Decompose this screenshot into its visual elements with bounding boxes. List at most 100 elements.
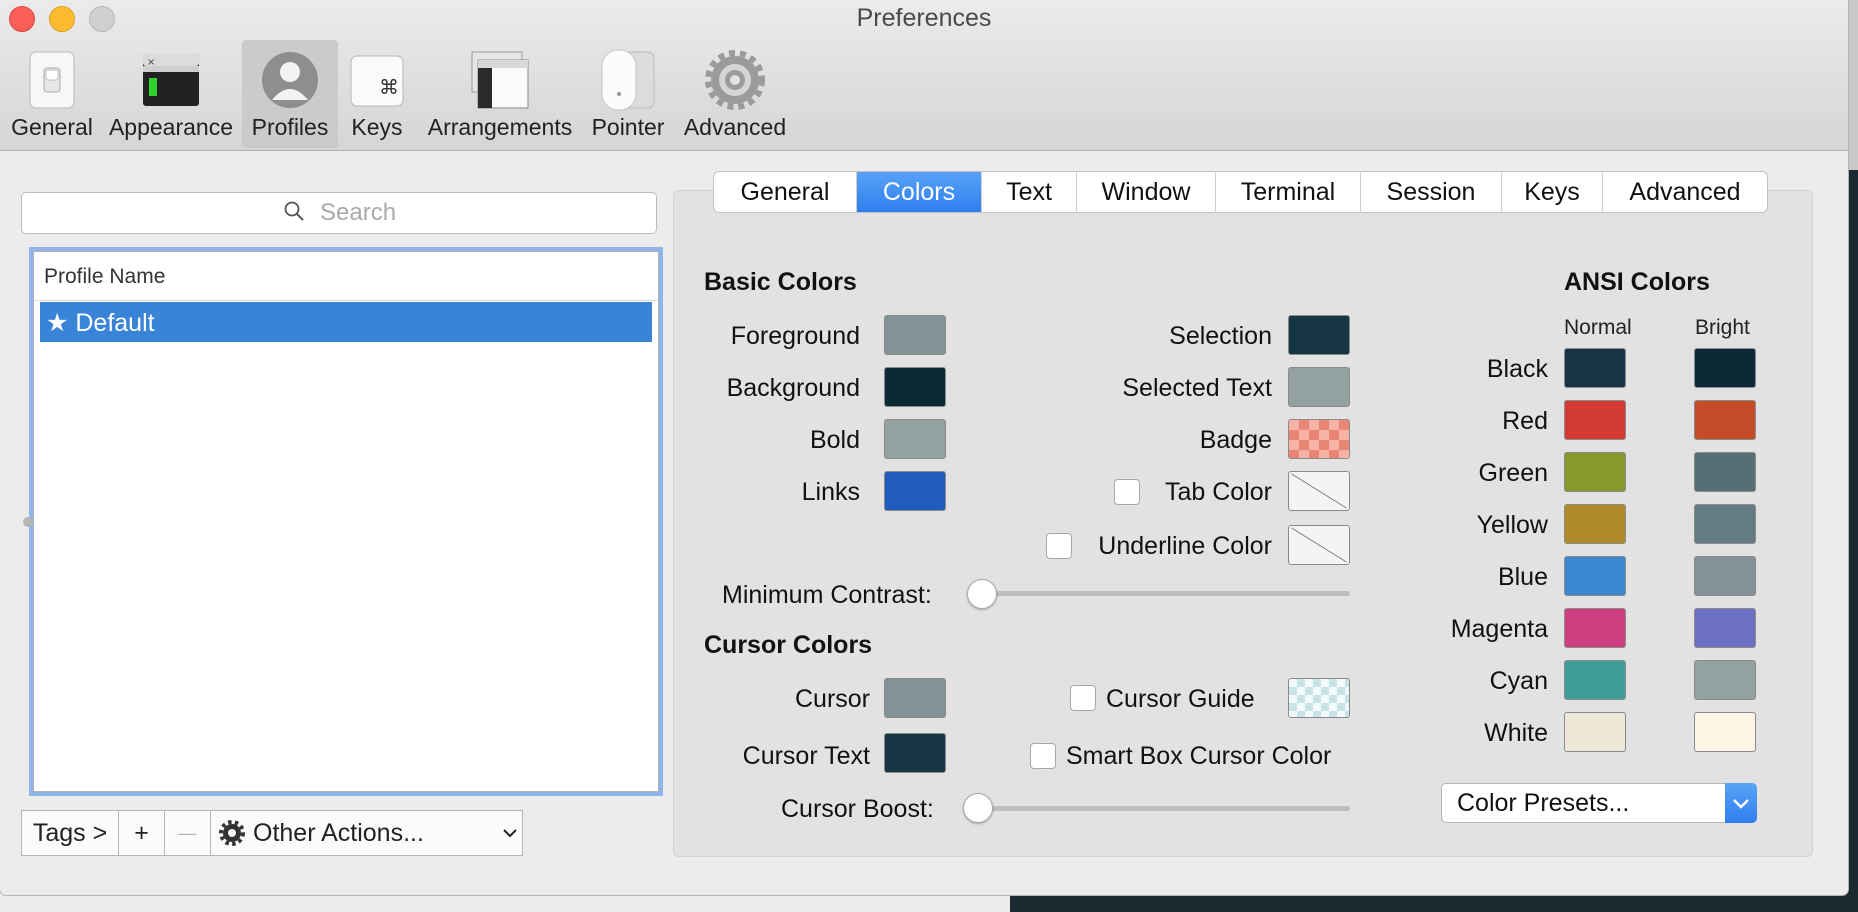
preferences-window: Preferences General × Appearance Profile… (0, 0, 1848, 895)
other-actions-label: Other Actions... (253, 818, 424, 847)
cursor-boost-slider-track[interactable] (975, 806, 1350, 811)
search-icon (284, 201, 304, 221)
appearance-terminal-icon: × (143, 54, 199, 106)
cursor-colors-heading: Cursor Colors (704, 631, 873, 659)
toolbar-profiles-label: Profiles (251, 114, 329, 140)
ansi-green-normal-well[interactable] (1564, 452, 1626, 492)
dropdown-arrow (1725, 783, 1757, 823)
selection-color-well[interactable] (1288, 315, 1350, 355)
toolbar-arrangements-label: Arrangements (427, 114, 573, 140)
profile-search-input[interactable]: Search (21, 192, 657, 234)
ansi-blue-label: Blue (1497, 563, 1548, 591)
underline-color-checkbox[interactable] (1046, 533, 1072, 559)
tab-keys[interactable]: Keys (1501, 172, 1602, 212)
remove-icon: — (178, 822, 197, 843)
tab-color-well[interactable] (1288, 471, 1350, 511)
ansi-green-bright-well[interactable] (1694, 452, 1756, 492)
cursor-text-color-well[interactable] (884, 733, 946, 773)
links-label: Links (801, 478, 860, 506)
toolbar-keys[interactable]: ⌘ Keys (344, 40, 410, 148)
ansi-yellow-bright-well[interactable] (1694, 504, 1756, 544)
profile-row-default[interactable]: ★ Default (40, 302, 652, 342)
underline-color-label: Underline Color (1098, 532, 1272, 560)
toolbar-profiles[interactable]: Profiles (242, 40, 338, 148)
ansi-blue-bright-well[interactable] (1694, 556, 1756, 596)
ansi-white-bright-well[interactable] (1694, 712, 1756, 752)
profile-actions-bar: Tags > + — Other Actions... (21, 810, 523, 856)
ansi-white-label: White (1484, 719, 1548, 747)
selection-label: Selection (1169, 322, 1272, 350)
ansi-cyan-normal-well[interactable] (1564, 660, 1626, 700)
ansi-yellow-label: Yellow (1476, 511, 1548, 539)
ansi-black-label: Black (1486, 355, 1548, 383)
gear-icon (219, 820, 245, 846)
underline-color-well[interactable] (1288, 525, 1350, 565)
tab-colors[interactable]: Colors (856, 172, 981, 212)
cursor-guide-checkbox[interactable] (1070, 685, 1096, 711)
toolbar-arrangements[interactable]: Arrangements (424, 40, 576, 148)
cursor-boost-label: Cursor Boost: (781, 795, 934, 823)
profile-name-column-header[interactable]: Profile Name (34, 252, 658, 301)
bold-label: Bold (809, 426, 860, 454)
ansi-magenta-normal-well[interactable] (1564, 608, 1626, 648)
toolbar-appearance[interactable]: × Appearance (106, 40, 236, 148)
profile-list[interactable]: Profile Name ★ Default (29, 247, 663, 796)
cursor-text-label: Cursor Text (742, 742, 870, 770)
ansi-magenta-bright-well[interactable] (1694, 608, 1756, 648)
ansi-green-label: Green (1478, 459, 1548, 487)
selected-text-color-well[interactable] (1288, 367, 1350, 407)
foreground-color-well[interactable] (884, 315, 946, 355)
smart-box-cursor-color-checkbox[interactable] (1030, 743, 1056, 769)
cursor-guide-label: Cursor Guide (1106, 685, 1255, 713)
ansi-red-normal-well[interactable] (1564, 400, 1626, 440)
tab-color-checkbox[interactable] (1114, 479, 1140, 505)
cursor-boost-slider-knob[interactable] (963, 793, 993, 823)
ansi-colors-heading: ANSI Colors (1564, 268, 1710, 296)
tab-session[interactable]: Session (1360, 172, 1501, 212)
window-title: Preferences (856, 4, 992, 32)
tags-button[interactable]: Tags > (21, 810, 119, 856)
ansi-white-normal-well[interactable] (1564, 712, 1626, 752)
remove-profile-button[interactable]: — (165, 810, 211, 856)
badge-color-well[interactable] (1288, 419, 1350, 459)
tab-general[interactable]: General (714, 172, 856, 212)
ansi-black-bright-well[interactable] (1694, 348, 1756, 388)
color-presets-dropdown[interactable]: Color Presets... (1441, 783, 1757, 823)
smart-box-cursor-color-label: Smart Box Cursor Color (1066, 742, 1332, 770)
toolbar-pointer[interactable]: Pointer (588, 40, 668, 148)
cursor-guide-color-well[interactable] (1288, 678, 1350, 718)
cursor-color-well[interactable] (884, 678, 946, 718)
bold-color-well[interactable] (884, 419, 946, 459)
profiles-person-icon (262, 52, 318, 108)
minimum-contrast-slider-track[interactable] (978, 591, 1350, 596)
desktop-terminal-background (1848, 170, 1858, 912)
general-switch-icon (29, 51, 75, 109)
tab-terminal[interactable]: Terminal (1215, 172, 1360, 212)
tab-text[interactable]: Text (981, 172, 1076, 212)
svg-text:⌘: ⌘ (379, 75, 399, 99)
links-color-well[interactable] (884, 471, 946, 511)
tab-advanced[interactable]: Advanced (1602, 172, 1767, 212)
minimum-contrast-slider-knob[interactable] (967, 579, 997, 609)
ansi-red-bright-well[interactable] (1694, 400, 1756, 440)
ansi-blue-normal-well[interactable] (1564, 556, 1626, 596)
tab-color-label: Tab Color (1165, 478, 1272, 506)
chevron-down-icon (503, 829, 517, 838)
profile-tab-bar: General Colors Text Window Terminal Sess… (713, 171, 1768, 213)
other-actions-button[interactable]: Other Actions... (211, 810, 523, 856)
split-view-handle[interactable] (23, 517, 33, 527)
ansi-black-normal-well[interactable] (1564, 348, 1626, 388)
toolbar-advanced[interactable]: Advanced (680, 40, 790, 148)
add-profile-button[interactable]: + (119, 810, 165, 856)
ansi-cyan-bright-well[interactable] (1694, 660, 1756, 700)
toolbar-general[interactable]: General (6, 40, 98, 148)
ansi-yellow-normal-well[interactable] (1564, 504, 1626, 544)
title-bar: Preferences General × Appearance Profile… (0, 0, 1848, 151)
background-color-well[interactable] (884, 367, 946, 407)
toolbar-general-label: General (11, 114, 93, 140)
minimum-contrast-label: Minimum Contrast: (722, 581, 932, 609)
add-icon: + (134, 818, 149, 847)
tab-window[interactable]: Window (1076, 172, 1215, 212)
svg-text:×: × (147, 57, 155, 68)
profile-name: ★ Default (46, 309, 155, 337)
